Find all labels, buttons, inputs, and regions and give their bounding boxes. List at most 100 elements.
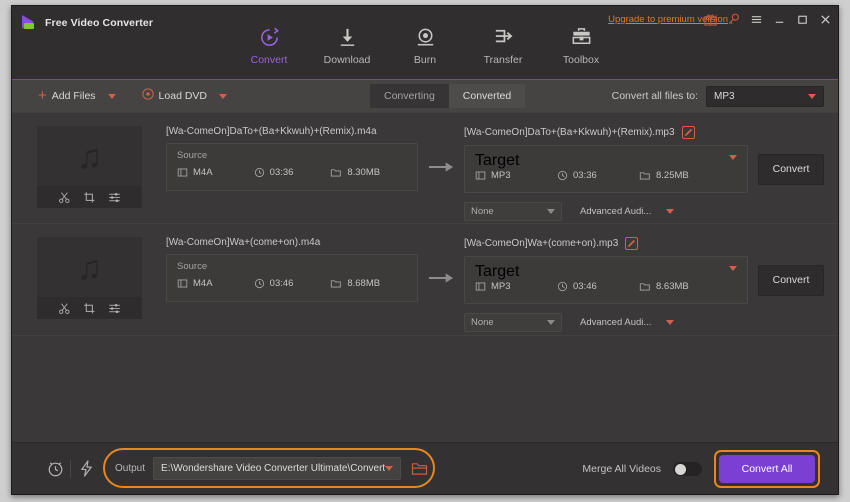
convert-button[interactable]: Convert [758, 265, 824, 296]
disc-icon [142, 87, 154, 105]
target-duration-value: 03:46 [573, 281, 597, 292]
nav-tab-transfer[interactable]: Transfer [464, 24, 542, 66]
scheduler-icon[interactable] [40, 459, 70, 478]
advanced-settings-select[interactable]: Advanced Audi... [576, 202, 678, 221]
output-label: Output [115, 463, 145, 474]
rename-icon[interactable] [625, 237, 638, 250]
folder-icon [330, 167, 342, 178]
nav-label-burn: Burn [414, 54, 436, 66]
convert-all-to-label: Convert all files to: [612, 90, 698, 102]
target-info-box: Target MP3 03:36 [464, 145, 748, 193]
burn-icon [414, 24, 437, 50]
target-caption: Target [475, 152, 721, 170]
advanced-settings-select[interactable]: Advanced Audi... [576, 313, 678, 332]
target-row: Target MP3 03:46 [464, 256, 824, 304]
source-caption: Source [177, 150, 407, 161]
subtitle-value: None [471, 317, 494, 328]
nav-tab-burn[interactable]: Burn [386, 24, 464, 66]
subtitle-select[interactable]: None [464, 202, 562, 221]
target-format: MP3 [475, 170, 557, 181]
add-files-dropdown-icon[interactable] [108, 94, 116, 99]
crop-icon[interactable] [83, 302, 96, 315]
chevron-down-icon [666, 320, 674, 325]
target-format-value: MP3 [491, 170, 511, 181]
source-panel: [Wa-ComeOn]Wa+(come+on).m4a Source M4A 0… [166, 237, 418, 302]
target-duration: 03:36 [557, 170, 639, 181]
target-size-value: 8.63MB [656, 281, 689, 292]
target-caption: Target [475, 263, 721, 281]
toolbar-left-group: + Add Files Load DVD [12, 87, 227, 105]
convert-all-format-group: Convert all files to: MP3 [612, 80, 824, 112]
source-info-box: Source M4A 03:46 8.68MB [166, 254, 418, 302]
effects-icon[interactable] [108, 191, 121, 204]
open-folder-icon[interactable] [411, 461, 428, 476]
bottom-right-group: Merge All Videos Convert All [582, 443, 820, 495]
source-size: 8.30MB [330, 167, 407, 178]
source-format: M4A [177, 278, 254, 289]
convert-button[interactable]: Convert [758, 154, 824, 185]
table-row[interactable]: ♫ [Wa-ComeOn]DaTo+(Ba+Kkwuh)+(Remix).m4a [12, 112, 838, 224]
file-thumbnail[interactable]: ♫ [37, 126, 142, 208]
high-speed-icon[interactable] [71, 460, 101, 477]
tab-converted[interactable]: Converted [449, 84, 525, 108]
source-file-name: [Wa-ComeOn]Wa+(come+on).m4a [166, 237, 418, 248]
tab-converting[interactable]: Converting [370, 84, 449, 108]
source-file-name: [Wa-ComeOn]DaTo+(Ba+Kkwuh)+(Remix).m4a [166, 126, 418, 137]
target-format: MP3 [475, 281, 557, 292]
nav-label-convert: Convert [251, 54, 288, 66]
clock-icon [557, 281, 568, 292]
nav-tab-convert[interactable]: Convert [230, 24, 308, 66]
convert-all-format-select[interactable]: MP3 [706, 86, 824, 107]
effects-icon[interactable] [108, 302, 121, 315]
action-toolbar: + Add Files Load DVD Converting Converte… [12, 80, 838, 112]
load-dvd-button[interactable]: Load DVD [142, 87, 207, 105]
target-format-dropdown-icon[interactable] [721, 160, 737, 178]
add-files-label: Add Files [52, 90, 96, 102]
music-note-icon: ♫ [37, 251, 142, 285]
nav-tab-toolbox[interactable]: Toolbox [542, 24, 620, 66]
chevron-down-icon [808, 94, 816, 99]
target-duration: 03:46 [557, 281, 639, 292]
add-files-button[interactable]: + Add Files [38, 90, 96, 102]
load-dvd-dropdown-icon[interactable] [219, 94, 227, 99]
target-meta-row: MP3 03:46 8.63MB [475, 281, 721, 292]
table-row[interactable]: ♫ [Wa-ComeOn]Wa+(come+on).m4a Sourc [12, 224, 838, 336]
target-size: 8.63MB [639, 281, 721, 292]
toggle-knob [675, 464, 686, 475]
subtitle-value: None [471, 206, 494, 217]
source-caption: Source [177, 261, 407, 272]
rename-icon[interactable] [682, 126, 695, 139]
subtitle-select[interactable]: None [464, 313, 562, 332]
output-path-select[interactable]: E:\Wondershare Video Converter Ultimate\… [153, 457, 401, 480]
trim-icon[interactable] [58, 302, 71, 315]
target-size-value: 8.25MB [656, 170, 689, 181]
target-file-name: [Wa-ComeOn]DaTo+(Ba+Kkwuh)+(Remix).mp3 [464, 127, 675, 138]
bottom-icon-group [12, 459, 101, 478]
file-list: ♫ [Wa-ComeOn]DaTo+(Ba+Kkwuh)+(Remix).m4a [12, 112, 838, 442]
trim-icon[interactable] [58, 191, 71, 204]
convert-all-button[interactable]: Convert All [719, 455, 815, 483]
format-icon [177, 167, 188, 178]
load-dvd-label: Load DVD [159, 90, 207, 102]
target-row: Target MP3 03:36 [464, 145, 824, 193]
convert-all-format-value: MP3 [714, 91, 735, 102]
source-format-value: M4A [193, 278, 213, 289]
download-icon [336, 24, 359, 50]
target-options-row: None Advanced Audi... [464, 202, 824, 221]
bottom-bar: Output E:\Wondershare Video Converter Ul… [12, 442, 838, 494]
nav-label-transfer: Transfer [484, 54, 523, 66]
nav-tab-download[interactable]: Download [308, 24, 386, 66]
crop-icon[interactable] [83, 191, 96, 204]
advanced-settings-value: Advanced Audi... [580, 206, 651, 217]
file-thumbnail[interactable]: ♫ [37, 237, 142, 319]
merge-all-videos-label: Merge All Videos [582, 463, 661, 475]
source-duration-value: 03:36 [270, 167, 294, 178]
format-icon [177, 278, 188, 289]
music-note-icon: ♫ [37, 140, 142, 174]
target-file-name: [Wa-ComeOn]Wa+(come+on).mp3 [464, 238, 618, 249]
target-format-dropdown-icon[interactable] [721, 271, 737, 289]
converting-converted-tabs: Converting Converted [370, 84, 525, 108]
conversion-arrow-icon [418, 237, 464, 319]
source-duration: 03:36 [254, 167, 331, 178]
merge-all-videos-toggle[interactable] [673, 462, 702, 476]
